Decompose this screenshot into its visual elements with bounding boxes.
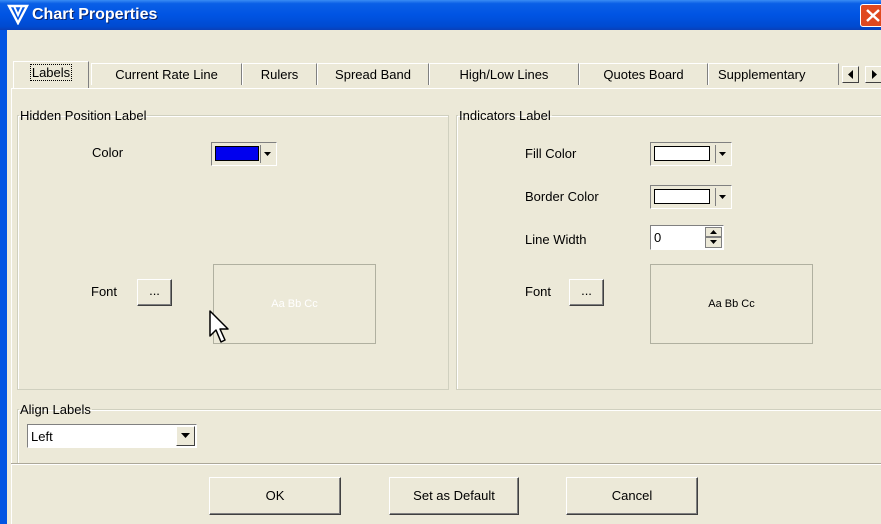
app-icon [7, 4, 29, 25]
chevron-down-icon [264, 152, 271, 156]
hidden-font-button[interactable]: ... [137, 279, 172, 306]
arrow-left-icon [848, 70, 853, 79]
tab-supplementary[interactable]: Supplementary [708, 63, 839, 85]
line-width-value: 0 [654, 230, 662, 245]
indicators-font-preview: Aa Bb Cc [650, 264, 813, 344]
indicators-font-button[interactable]: ... [569, 279, 604, 306]
tab-rulers[interactable]: Rulers [242, 63, 317, 85]
tab-scroll-right-button[interactable] [865, 66, 881, 83]
color-swatch [654, 189, 710, 204]
font-label: Font [91, 284, 118, 299]
tab-labels[interactable]: Labels [13, 61, 89, 88]
window-title: Chart Properties [32, 6, 158, 23]
color-swatch [654, 146, 710, 161]
mouse-cursor-icon [209, 310, 229, 343]
group-legend: Indicators Label [459, 108, 551, 123]
dropdown-arrow[interactable] [715, 188, 729, 206]
color-label: Color [92, 145, 124, 160]
tab-scroll-left-button[interactable] [842, 66, 859, 83]
close-icon [866, 9, 880, 22]
arrow-right-icon [872, 70, 877, 79]
hidden-color-picker[interactable] [211, 142, 277, 166]
dropdown-arrow[interactable] [260, 145, 274, 163]
line-width-spinner[interactable]: 0 [650, 225, 724, 250]
close-button[interactable] [860, 4, 881, 27]
group-legend: Align Labels [20, 402, 91, 417]
color-swatch [215, 146, 259, 161]
font-label: Font [525, 284, 552, 299]
chevron-down-icon [719, 195, 726, 199]
border-color-label: Border Color [525, 189, 599, 204]
spinner-buttons[interactable] [705, 227, 722, 248]
spin-down-icon[interactable] [705, 237, 722, 248]
group-legend: Hidden Position Label [20, 108, 147, 123]
border-color-picker[interactable] [650, 185, 732, 209]
tab-high-low-lines[interactable]: High/Low Lines [429, 63, 579, 85]
tab-quotes-board[interactable]: Quotes Board [579, 63, 708, 85]
spin-up-icon[interactable] [705, 227, 722, 237]
chevron-down-icon [181, 433, 190, 438]
dropdown-arrow[interactable] [715, 145, 729, 163]
separator [11, 463, 881, 465]
chevron-down-icon [719, 152, 726, 156]
fill-color-picker[interactable] [650, 142, 732, 166]
tab-label: Labels [29, 64, 73, 81]
title-bar[interactable]: Chart Properties [0, 0, 881, 30]
ok-button[interactable]: OK [209, 477, 341, 515]
set-as-default-button[interactable]: Set as Default [389, 477, 519, 515]
window-frame [0, 30, 7, 524]
line-width-label: Line Width [525, 232, 587, 247]
hidden-font-preview: Aa Bb Cc [213, 264, 376, 344]
align-labels-value: Left [31, 429, 53, 444]
fill-color-label: Fill Color [525, 146, 577, 161]
cancel-button[interactable]: Cancel [566, 477, 698, 515]
select-dropdown-button[interactable] [176, 426, 195, 446]
align-labels-select[interactable]: Left [27, 424, 197, 448]
tab-current-rate-line[interactable]: Current Rate Line [91, 63, 242, 85]
tab-spread-band[interactable]: Spread Band [317, 63, 429, 85]
